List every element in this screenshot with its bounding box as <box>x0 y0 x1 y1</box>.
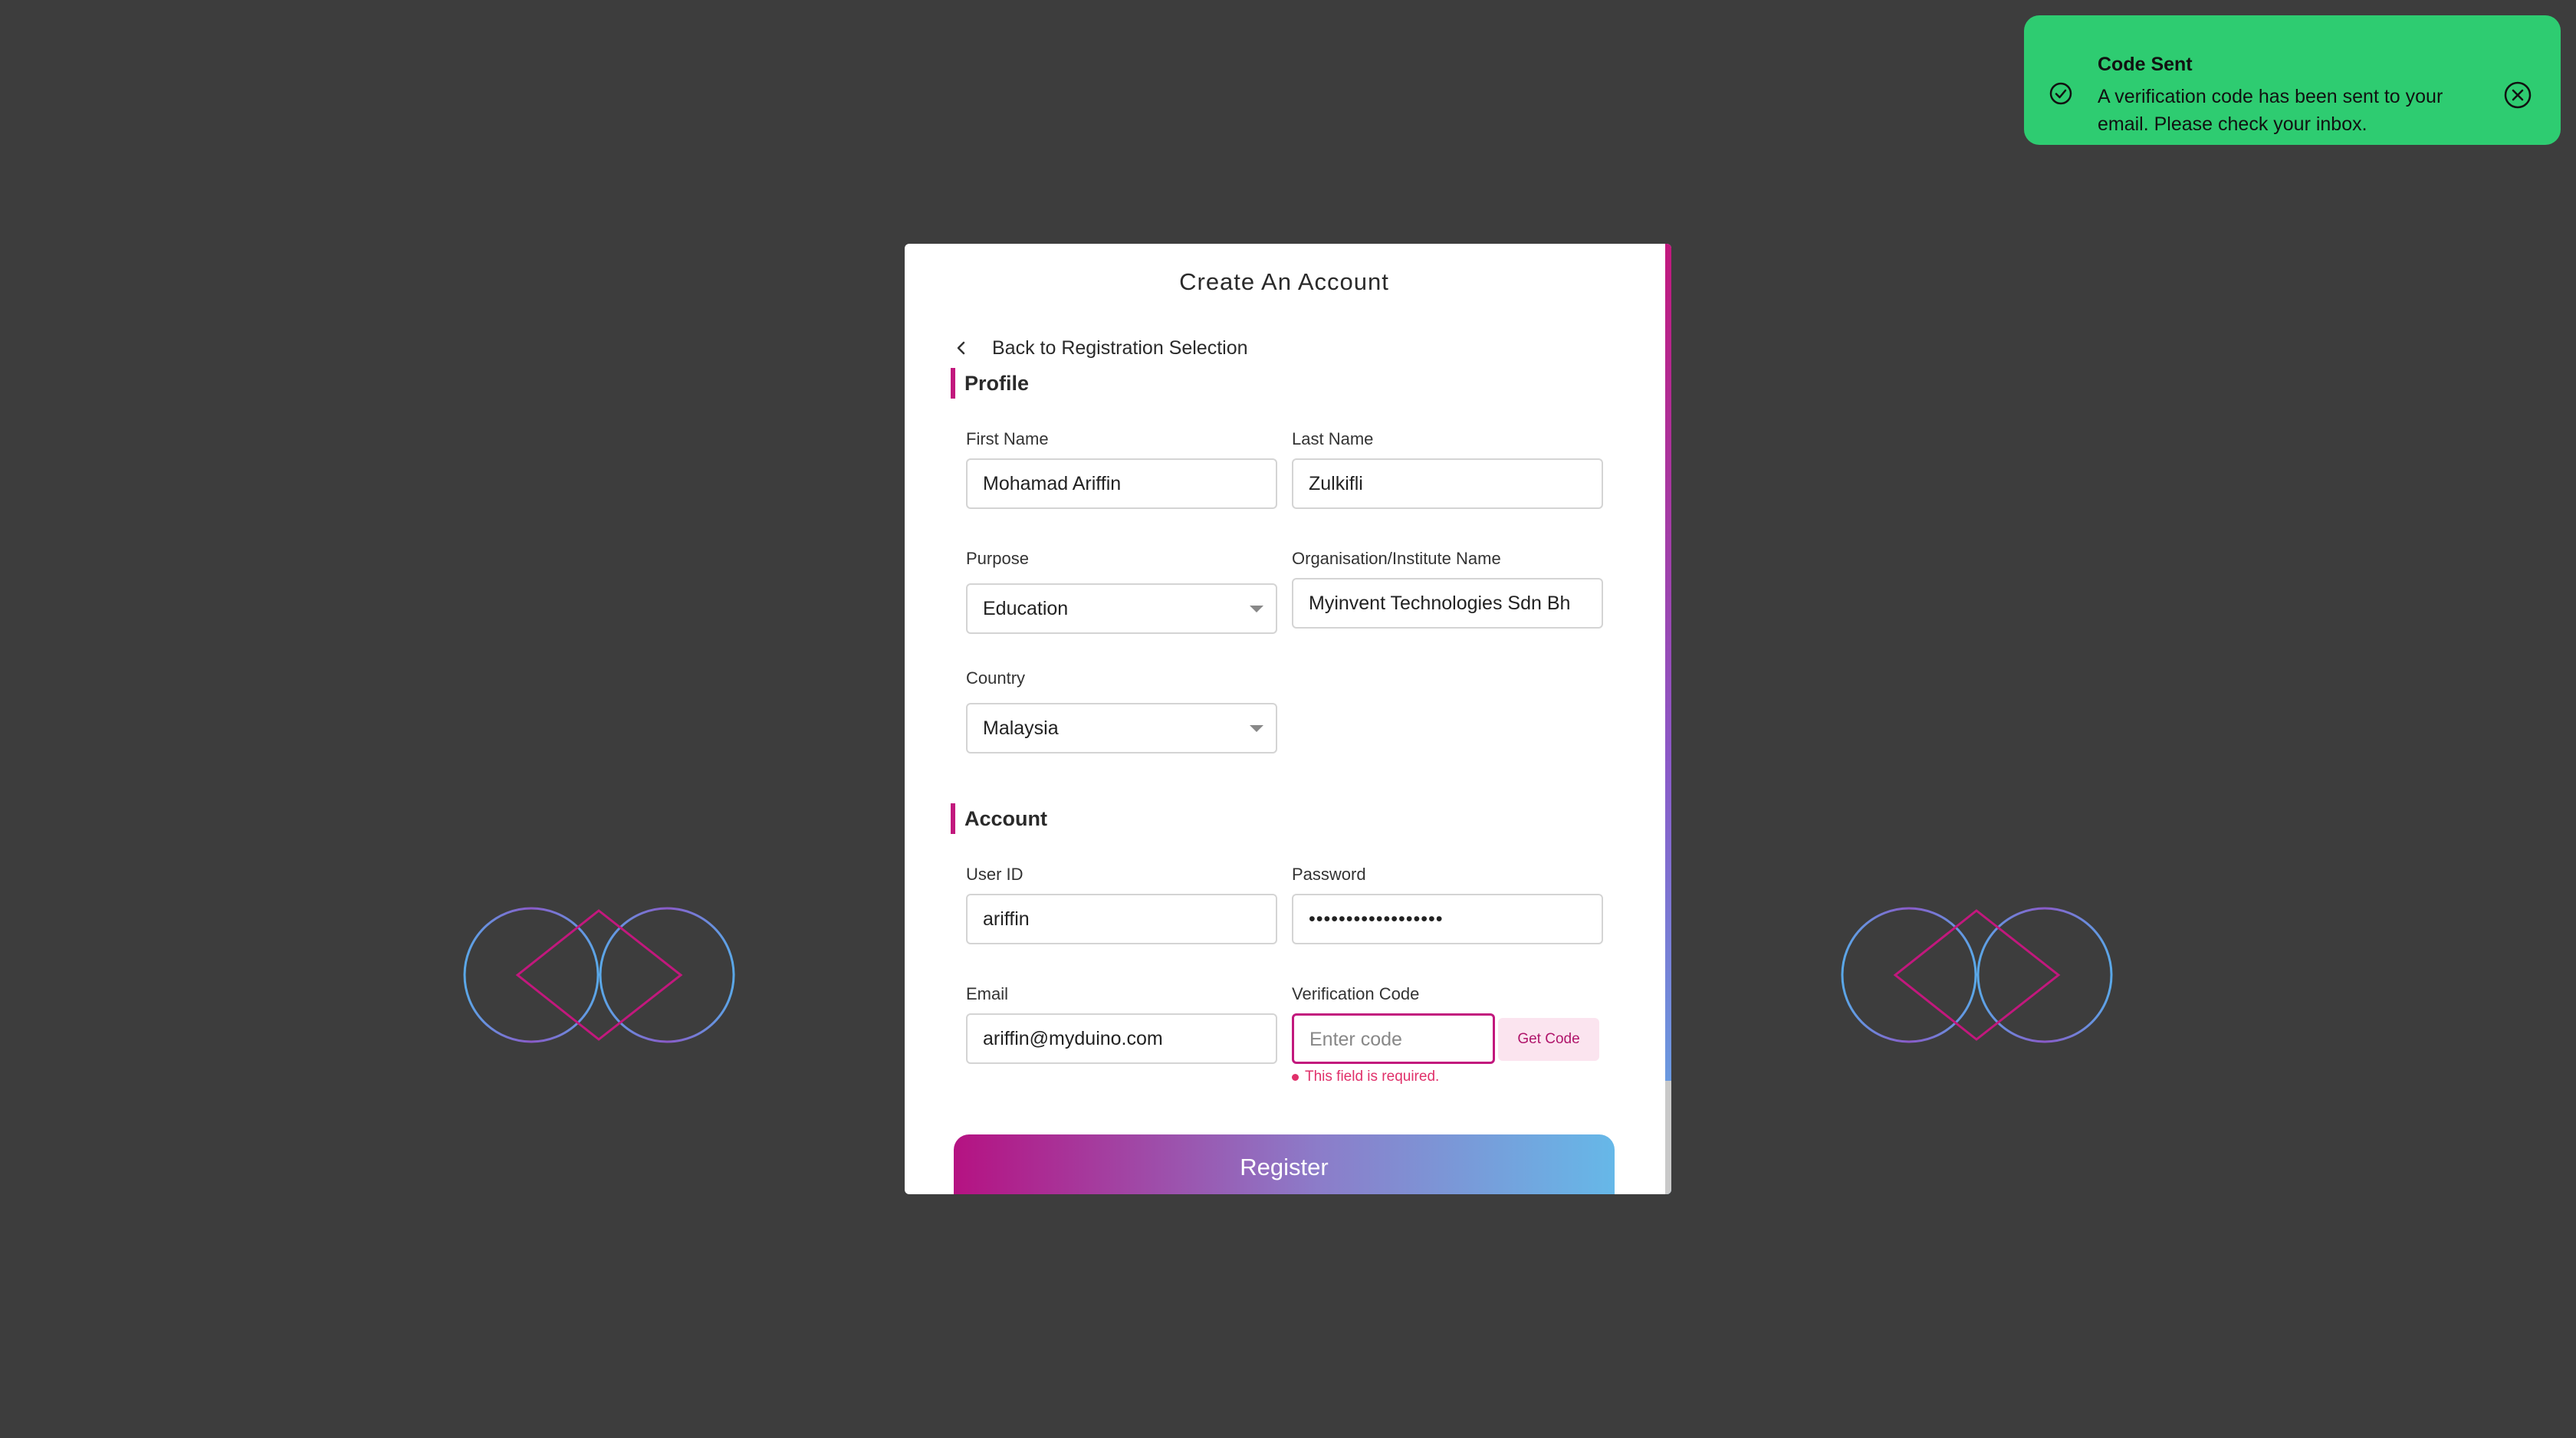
check-circle-icon <box>2049 82 2072 105</box>
organisation-label: Organisation/Institute Name <box>1292 549 1501 568</box>
register-button[interactable]: Register <box>954 1134 1615 1194</box>
purpose-label: Purpose <box>966 549 1029 568</box>
chevron-left-icon <box>957 341 965 355</box>
close-circle-icon[interactable] <box>2502 80 2533 110</box>
first-name-label: First Name <box>966 429 1049 448</box>
section-title-account: Account <box>951 803 1047 834</box>
back-link-label: Back to Registration Selection <box>992 337 1248 359</box>
error-message: This field is required. <box>1305 1069 1440 1085</box>
verification-code-error: This field is required. <box>1292 1069 1439 1085</box>
country-select[interactable]: Malaysia <box>966 703 1277 753</box>
toast-title: Code Sent <box>2098 54 2193 75</box>
verification-code-input[interactable]: Enter code <box>1292 1013 1495 1064</box>
email-field[interactable]: ariffin@myduino.com <box>966 1013 1277 1064</box>
page-title: Create An Account <box>1179 268 1389 295</box>
dropdown-caret-icon <box>1250 606 1263 612</box>
error-dot-icon <box>1292 1073 1299 1081</box>
country-label: Country <box>966 668 1026 688</box>
verification-code-label: Verification Code <box>1292 984 1420 1003</box>
password-field[interactable]: •••••••••••••••••• <box>1292 894 1603 944</box>
password-label: Password <box>1292 865 1366 884</box>
toast-notification: Code Sent A verification code has been s… <box>2024 15 2561 145</box>
card-scrollbar-track <box>1665 1081 1671 1194</box>
toast-message: A verification code has been sent to you… <box>2098 86 2443 135</box>
section-title-profile: Profile <box>951 368 1029 399</box>
purpose-select-value: Education <box>983 598 1069 619</box>
left-infinity-decoration <box>0 907 735 1043</box>
card-scrollbar[interactable] <box>1665 244 1671 1194</box>
user-id-field[interactable]: ariffin <box>966 894 1277 944</box>
right-infinity-decoration <box>1841 907 2576 1043</box>
country-select-value: Malaysia <box>983 717 1059 739</box>
last-name-label: Last Name <box>1292 429 1374 448</box>
get-code-button[interactable]: Get Code <box>1498 1018 1599 1061</box>
first-name-field[interactable]: Mohamad Ariffin <box>966 458 1277 509</box>
organisation-field[interactable]: Myinvent Technologies Sdn Bh <box>1292 578 1603 629</box>
registration-card: Create An Account Back to Registration S… <box>905 244 1671 1194</box>
email-label: Email <box>966 984 1009 1003</box>
last-name-field[interactable]: Zulkifli <box>1292 458 1603 509</box>
purpose-select[interactable]: Education <box>966 583 1277 634</box>
dropdown-caret-icon <box>1250 725 1263 732</box>
user-id-label: User ID <box>966 865 1024 884</box>
